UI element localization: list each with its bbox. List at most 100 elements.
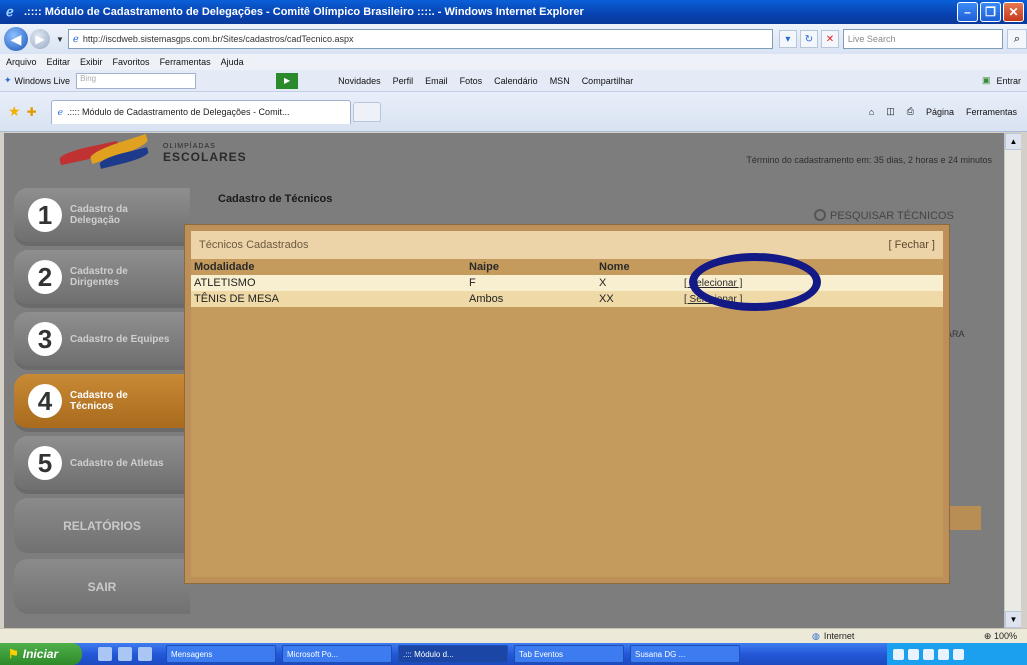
refresh-icon[interactable]: ↻ bbox=[799, 30, 818, 48]
selecionar-link[interactable]: [ Selecionar ] bbox=[684, 278, 742, 289]
table-row: ATLETISMO F X [ Selecionar ] bbox=[191, 275, 943, 291]
live-link-email[interactable]: Email bbox=[425, 76, 448, 86]
menu-favoritos[interactable]: Favoritos bbox=[113, 57, 150, 67]
stop-icon[interactable]: ✕ bbox=[820, 30, 839, 48]
logo-text: OLIMPÍADAS ESCOLARES bbox=[163, 143, 247, 164]
tools-menu[interactable]: Ferramentas bbox=[966, 107, 1017, 117]
nav-label: Cadastro de Equipes bbox=[70, 333, 170, 345]
nav-label: Cadastro de Dirigentes bbox=[70, 266, 128, 288]
address-input[interactable]: ℯ http://iscdweb.sistemasgps.com.br/Site… bbox=[67, 29, 773, 49]
menu-exibir[interactable]: Exibir bbox=[80, 57, 103, 67]
cell-modalidade: ATLETISMO bbox=[191, 275, 466, 291]
cell-naipe: Ambos bbox=[466, 291, 596, 307]
scroll-down-icon[interactable]: ▼ bbox=[1005, 611, 1021, 628]
security-zone: ◍ Internet bbox=[812, 631, 854, 642]
home-icon[interactable]: ⌂ bbox=[869, 107, 874, 117]
signin-link[interactable]: Entrar bbox=[996, 76, 1021, 86]
nav-label: Cadastro da Delegação bbox=[70, 204, 128, 226]
ie-logo-icon: ℯ bbox=[6, 4, 14, 19]
nav-sair[interactable]: SAIR bbox=[14, 559, 190, 614]
messenger-icon[interactable]: ▣ bbox=[982, 75, 991, 86]
quicklaunch-ie-icon[interactable] bbox=[118, 647, 132, 661]
start-button[interactable]: ⚑ Iniciar bbox=[0, 643, 82, 665]
address-toolbar: ◀ ▶ ▼ ℯ http://iscdweb.sistemasgps.com.b… bbox=[0, 24, 1027, 54]
live-links: Novidades Perfil Email Fotos Calendário … bbox=[338, 76, 633, 86]
step-number: 2 bbox=[28, 260, 62, 294]
live-link-calendario[interactable]: Calendário bbox=[494, 76, 538, 86]
globe-icon: ◍ bbox=[812, 630, 820, 641]
tray-icon[interactable] bbox=[908, 648, 919, 660]
quicklaunch-media-icon[interactable] bbox=[138, 647, 152, 661]
live-link-perfil[interactable]: Perfil bbox=[393, 76, 414, 86]
address-tools: ▾ ↻ ✕ bbox=[778, 30, 839, 48]
bing-search-input[interactable]: Bing bbox=[76, 72, 197, 89]
windows-live-toolbar: ✦ Windows Live Bing ▶ Novidades Perfil E… bbox=[0, 70, 1027, 92]
tecnicos-table: Modalidade Naipe Nome ATLETISMO F X [ Se… bbox=[191, 259, 943, 307]
live-search-input[interactable]: Live Search bbox=[842, 29, 1003, 49]
step-number: 5 bbox=[28, 446, 62, 480]
taskbar-button-powerpoint[interactable]: Microsoft Po... bbox=[282, 645, 392, 663]
maximize-button[interactable]: ❐ bbox=[980, 2, 1001, 22]
nav-cadastro-equipes[interactable]: 3 Cadastro de Equipes bbox=[14, 312, 190, 370]
step-number: 3 bbox=[28, 322, 62, 356]
tray-icon[interactable] bbox=[923, 648, 934, 660]
quicklaunch-desktop-icon[interactable] bbox=[98, 647, 112, 661]
nav-label: Cadastro de Técnicos bbox=[70, 390, 128, 412]
taskbar-button-mensagens[interactable]: Mensagens bbox=[166, 645, 276, 663]
nav-cadastro-atletas[interactable]: 5 Cadastro de Atletas bbox=[14, 436, 190, 494]
col-action bbox=[681, 259, 943, 275]
forward-button[interactable]: ▶ bbox=[30, 29, 50, 49]
menu-editar[interactable]: Editar bbox=[47, 57, 71, 67]
live-link-msn[interactable]: MSN bbox=[550, 76, 570, 86]
windows-flag-icon: ⚑ bbox=[8, 647, 19, 661]
zoom-control[interactable]: ⊕ 100% bbox=[984, 631, 1017, 642]
windows-live-brand[interactable]: ✦ Windows Live bbox=[4, 75, 70, 86]
search-icon[interactable]: ⌕ bbox=[1006, 29, 1027, 49]
menu-ferramentas[interactable]: Ferramentas bbox=[160, 57, 211, 67]
modal-close-link[interactable]: [ Fechar ] bbox=[889, 239, 935, 251]
menu-arquivo[interactable]: Arquivo bbox=[6, 57, 37, 67]
back-button[interactable]: ◀ bbox=[4, 27, 28, 51]
command-bar: ⌂ ◫ ⎙ Página Ferramentas bbox=[869, 106, 1017, 117]
live-link-fotos[interactable]: Fotos bbox=[460, 76, 483, 86]
logo-small-text: OLIMPÍADAS bbox=[163, 142, 216, 150]
nav-cadastro-delegacao[interactable]: 1 Cadastro da Delegação bbox=[14, 188, 190, 246]
tray-icon[interactable] bbox=[938, 648, 949, 660]
taskbar-button-ie[interactable]: .::: Módulo d... bbox=[398, 645, 508, 663]
address-dropdown-icon[interactable]: ▾ bbox=[778, 30, 797, 48]
selecionar-link[interactable]: [ Selecionar ] bbox=[684, 294, 742, 305]
cell-modalidade: TÊNIS DE MESA bbox=[191, 291, 466, 307]
modal-title: Técnicos Cadastrados bbox=[199, 239, 309, 251]
nav-cadastro-dirigentes[interactable]: 2 Cadastro de Dirigentes bbox=[14, 250, 190, 308]
print-icon[interactable]: ⎙ bbox=[907, 106, 914, 117]
add-favorite-icon[interactable]: ✚ bbox=[27, 105, 37, 119]
table-header-row: Modalidade Naipe Nome bbox=[191, 259, 943, 275]
page-menu[interactable]: Página bbox=[926, 107, 954, 117]
favorites-star-icon[interactable]: ★ bbox=[8, 103, 21, 120]
live-link-novidades[interactable]: Novidades bbox=[338, 76, 381, 86]
zone-label: Internet bbox=[823, 631, 855, 641]
tray-icon[interactable] bbox=[953, 648, 964, 660]
status-bar: ◍ Internet ⊕ 100% bbox=[0, 628, 1027, 643]
live-link-compartilhar[interactable]: Compartilhar bbox=[582, 76, 634, 86]
nav-relatorios[interactable]: RELATÓRIOS bbox=[14, 498, 190, 553]
cell-action: [ Selecionar ] bbox=[681, 291, 943, 307]
nav-cadastro-tecnicos[interactable]: 4 Cadastro de Técnicos bbox=[14, 374, 190, 432]
zoom-icon: ⊕ bbox=[983, 630, 992, 641]
vertical-scrollbar[interactable]: ▲ ▼ bbox=[1004, 133, 1021, 628]
minimize-button[interactable]: – bbox=[957, 2, 978, 22]
system-tray bbox=[887, 643, 1027, 665]
bing-search-button[interactable]: ▶ bbox=[276, 72, 299, 89]
feeds-icon[interactable]: ◫ bbox=[886, 106, 895, 117]
history-dropdown-icon[interactable]: ▼ bbox=[56, 35, 64, 44]
taskbar-button-susana[interactable]: Susana DG ... bbox=[630, 645, 740, 663]
scroll-up-icon[interactable]: ▲ bbox=[1005, 133, 1021, 150]
tab-modulo-cadastramento[interactable]: ℯ .:::: Módulo de Cadastramento de Deleg… bbox=[50, 99, 351, 124]
search-tecnicos-link[interactable]: PESQUISAR TÉCNICOS bbox=[814, 209, 954, 222]
taskbar-button-tab-eventos[interactable]: Tab Eventos bbox=[514, 645, 624, 663]
new-tab-button[interactable] bbox=[352, 101, 381, 122]
menu-ajuda[interactable]: Ajuda bbox=[221, 57, 244, 67]
page-title: Cadastro de Técnicos bbox=[218, 193, 333, 205]
close-window-button[interactable]: ✕ bbox=[1003, 2, 1024, 22]
tray-icon[interactable] bbox=[893, 648, 904, 660]
